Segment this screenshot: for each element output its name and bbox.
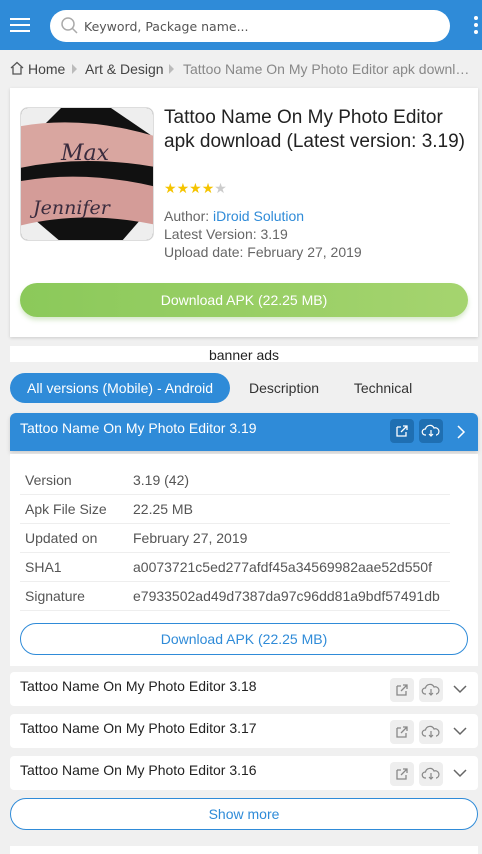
breadcrumb-home[interactable]: Home xyxy=(28,61,65,77)
chevron-right-icon[interactable] xyxy=(454,423,468,441)
star-empty-icon: ★ xyxy=(214,180,227,196)
top-bar xyxy=(0,0,482,50)
version-details: Version 3.19 (42) Apk File Size 22.25 MB U… xyxy=(10,454,478,666)
menu-icon[interactable] xyxy=(8,14,32,36)
detail-row-size: Apk File Size 22.25 MB xyxy=(20,495,450,524)
external-link-icon[interactable] xyxy=(390,678,414,702)
star-filled-icon: ★ xyxy=(189,180,202,196)
cloud-download-icon[interactable] xyxy=(419,678,443,702)
version-title: Tattoo Name On My Photo Editor 3.16 xyxy=(20,762,257,778)
external-link-icon[interactable] xyxy=(390,419,414,443)
upload-date: Upload date: February 27, 2019 xyxy=(164,244,362,260)
cloud-download-icon[interactable] xyxy=(419,762,443,786)
tab-description[interactable]: Description xyxy=(240,373,328,403)
version-title: Tattoo Name On My Photo Editor 3.19 xyxy=(20,420,257,436)
cloud-download-icon[interactable] xyxy=(419,419,443,443)
tab-technical[interactable]: Technical xyxy=(342,373,424,403)
search-box[interactable] xyxy=(50,10,450,42)
version-row[interactable]: Tattoo Name On My Photo Editor 3.16 xyxy=(10,756,478,790)
more-vert-icon[interactable] xyxy=(474,16,482,36)
author-link[interactable]: iDroid Solution xyxy=(213,208,304,224)
latest-version: Latest Version: 3.19 xyxy=(164,226,288,242)
author-line: Author: iDroid Solution xyxy=(164,208,304,224)
detail-row-version: Version 3.19 (42) xyxy=(20,466,450,495)
home-icon xyxy=(10,61,24,75)
version-row[interactable]: Tattoo Name On My Photo Editor 3.18 xyxy=(10,672,478,706)
star-filled-icon: ★ xyxy=(201,180,215,196)
tabs: All versions (Mobile) - Android Descript… xyxy=(10,373,478,403)
tab-all-versions[interactable]: All versions (Mobile) - Android xyxy=(10,373,230,403)
cloud-download-icon[interactable] xyxy=(419,720,443,744)
external-link-icon[interactable] xyxy=(390,762,414,786)
breadcrumb-category[interactable]: Art & Design xyxy=(85,61,164,77)
detail-row-signature: Signature e7933502ad49d7387da97c96dd81a9b… xyxy=(20,582,450,611)
star-filled-icon: ★ xyxy=(176,180,190,196)
author-label: Author: xyxy=(164,208,210,224)
chevron-down-icon[interactable] xyxy=(452,766,468,780)
version-row[interactable]: Tattoo Name On My Photo Editor 3.17 xyxy=(10,714,478,748)
star-filled-icon: ★ xyxy=(164,180,177,196)
version-download-button[interactable]: Download APK (22.25 MB) xyxy=(20,623,468,655)
icon-tattoo-text-2: Jennifer xyxy=(29,197,112,219)
search-input[interactable] xyxy=(84,14,434,38)
breadcrumb-current: Tattoo Name On My Photo Editor apk downl… xyxy=(183,61,475,77)
search-icon xyxy=(61,17,78,34)
show-more-button[interactable]: Show more xyxy=(10,798,478,830)
breadcrumb-separator xyxy=(72,64,77,74)
detail-row-sha1: SHA1 a0073721c5ed277afdf45a34569982aae52d… xyxy=(20,553,450,582)
breadcrumb: Home Art & Design Tattoo Name On My Phot… xyxy=(10,58,480,80)
breadcrumb-separator xyxy=(169,64,174,74)
app-info-card: Max Jennifer Tattoo Name On My Photo Edi… xyxy=(10,88,478,337)
version-title: Tattoo Name On My Photo Editor 3.18 xyxy=(20,678,257,694)
next-section-card xyxy=(10,846,478,854)
app-title: Tattoo Name On My Photo Editor apk downl… xyxy=(164,107,466,152)
chevron-down-icon[interactable] xyxy=(452,682,468,696)
banner-ads: banner ads xyxy=(10,346,478,363)
version-title: Tattoo Name On My Photo Editor 3.17 xyxy=(20,720,257,736)
download-apk-button[interactable]: Download APK (22.25 MB) xyxy=(20,283,468,317)
version-header-expanded[interactable]: Tattoo Name On My Photo Editor 3.19 xyxy=(10,413,478,451)
detail-row-updated: Updated on February 27, 2019 xyxy=(20,524,450,553)
rating-stars: ★★★★★ xyxy=(164,180,227,197)
icon-tattoo-text-1: Max xyxy=(60,141,110,166)
chevron-down-icon[interactable] xyxy=(452,724,468,738)
external-link-icon[interactable] xyxy=(390,720,414,744)
app-icon: Max Jennifer xyxy=(20,107,154,241)
